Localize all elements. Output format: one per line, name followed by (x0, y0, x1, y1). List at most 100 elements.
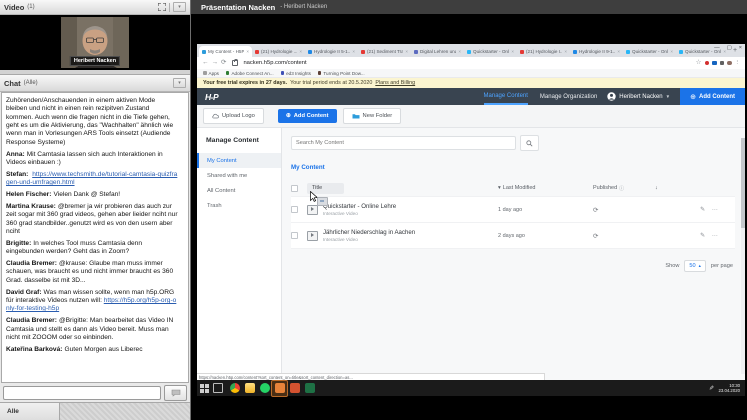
add-content-nav-button[interactable]: ⊕ Add Content (680, 88, 745, 105)
chat-message-list[interactable]: Zuhörenden/Anschauenden in einem aktiven… (1, 92, 189, 383)
taskbar-app[interactable] (287, 381, 302, 396)
refresh-icon[interactable]: ⟳ (221, 59, 226, 67)
add-content-button[interactable]: ⊕ Add Content (277, 109, 337, 123)
webcam-video-tile[interactable]: Heribert Nacken (61, 17, 129, 68)
tab-favicon (414, 49, 418, 54)
taskbar-app[interactable] (227, 381, 242, 396)
adblock-extension-icon[interactable] (704, 60, 709, 66)
back-icon[interactable]: ← (202, 59, 209, 67)
send-message-button[interactable] (164, 384, 187, 401)
url-text[interactable]: nacken.h5p.com/content (243, 60, 306, 66)
browser-tab[interactable]: (21) Hydrologie ... × (252, 46, 305, 57)
tab-close-icon[interactable]: × (405, 49, 408, 54)
pod-options-icon[interactable]: ▾ (173, 2, 186, 12)
taskbar-app[interactable] (271, 379, 288, 397)
chat-link[interactable]: https://www.techsmith.de/tutorial-camtas… (6, 171, 177, 186)
browser-tab[interactable]: (21) Hydrologie I... × (517, 46, 570, 57)
extension-icon[interactable] (719, 60, 724, 66)
pod-options-icon[interactable]: ▾ (173, 78, 186, 88)
plans-billing-link[interactable]: Plans and Billing (375, 80, 415, 86)
upload-logo-button[interactable]: Upload Logo (203, 108, 264, 124)
drag-preview-icon (317, 197, 328, 206)
more-options-icon[interactable]: ··· (712, 233, 718, 239)
breadcrumb[interactable]: My Content (291, 164, 735, 171)
window-maximize-icon[interactable]: ▢ (727, 45, 732, 51)
tab-close-icon[interactable]: × (617, 49, 620, 54)
browser-tab[interactable]: Quickstarter - Onli... × (623, 46, 676, 57)
published-status-icon[interactable]: ⟳ (593, 232, 655, 240)
side-pods-panel: Video (1) ▾ Heribert Nacken Chat (Alle) … (0, 0, 191, 420)
taskbar-app[interactable] (302, 381, 317, 396)
browser-tab[interactable]: My Content - H5P × (199, 46, 252, 57)
chat-tab-alle[interactable]: Alle (0, 403, 60, 420)
start-button[interactable] (200, 383, 209, 393)
page-scrollbar[interactable] (741, 138, 745, 374)
content-sidebar: Manage Content My Content Shared with me (197, 128, 282, 380)
sidebar-item[interactable]: Shared with me (197, 168, 281, 183)
chat-sender: Helen Fischer: (6, 191, 52, 199)
extension-icon[interactable] (712, 60, 717, 66)
sidebar-item[interactable]: All Content (197, 183, 281, 198)
bookmark-item[interactable]: Turning Point Dow... (317, 71, 365, 76)
upload-logo-label: Upload Logo (222, 113, 255, 119)
fullscreen-icon[interactable] (158, 3, 166, 11)
more-options-icon[interactable]: ··· (712, 207, 718, 213)
taskbar-app[interactable] (257, 381, 272, 396)
window-close-icon[interactable]: × (739, 45, 742, 51)
browser-tab[interactable]: (21) Sediment Tra... × (358, 46, 411, 57)
select-all-checkbox[interactable] (291, 184, 298, 192)
forward-icon[interactable]: → (212, 59, 219, 67)
column-last-modified[interactable]: ▾ Last Modified (498, 185, 593, 191)
content-title[interactable]: Jährlicher Niederschlag in Aachen (323, 229, 498, 236)
task-view-button[interactable] (213, 383, 223, 393)
content-title[interactable]: Quickstarter - Online Lehre (323, 203, 498, 210)
h5p-logo[interactable]: H-P (205, 88, 219, 105)
taskbar-clock[interactable]: 10:30 23.04.2020 (718, 383, 740, 393)
nav-manage-organization[interactable]: Manage Organization (540, 88, 597, 105)
tab-close-icon[interactable]: × (458, 49, 461, 54)
row-checkbox[interactable] (291, 232, 298, 239)
table-row[interactable]: Quickstarter - Online Lehre Interactive … (291, 196, 735, 223)
browser-tab[interactable]: Hydrologie II 5-1... × (305, 46, 358, 57)
windows-ink-icon[interactable]: ✎ (709, 385, 714, 392)
chat-tab-bar: Alle (0, 402, 190, 420)
scrollbar-thumb[interactable] (741, 138, 745, 228)
tab-close-icon[interactable]: × (352, 49, 355, 54)
table-row[interactable]: Jährlicher Niederschlag in Aachen Intera… (291, 223, 735, 249)
browser-tab[interactable]: Digital Lehren und... × (411, 46, 464, 57)
sidebar-item[interactable]: My Content (197, 153, 281, 168)
bookmark-item[interactable]: ed3 Insights (280, 71, 311, 76)
profile-avatar[interactable] (727, 60, 732, 66)
column-download[interactable]: ↓ (655, 185, 683, 191)
meeting-app-window: Video (1) ▾ Heribert Nacken Chat (Alle) … (0, 0, 747, 420)
browser-tab[interactable]: Quickstarter - Onl... × (464, 46, 517, 57)
browser-addressbar: ← → ⟳ nacken.h5p.com/content ☆ ⋮ (197, 57, 745, 69)
taskbar-app[interactable] (242, 381, 257, 396)
tab-close-icon[interactable]: × (564, 49, 567, 54)
row-checkbox[interactable] (291, 206, 298, 213)
chat-sender: Claudia Bremer: (6, 260, 57, 268)
window-minimize-icon[interactable]: — (714, 45, 720, 51)
tab-close-icon[interactable]: × (299, 49, 302, 54)
page-size-select[interactable]: 50 ▴ (684, 260, 706, 272)
nav-manage-content[interactable]: Manage Content (483, 88, 528, 105)
sidebar-item[interactable]: Trash (197, 198, 281, 213)
search-input[interactable] (291, 136, 516, 150)
column-published[interactable]: Published ⓘ (593, 185, 655, 192)
browser-tab[interactable]: Hydrologie II 9-1... × (570, 46, 623, 57)
edit-pencil-icon[interactable]: ✎ (700, 207, 705, 213)
tab-close-icon[interactable]: × (246, 49, 249, 54)
bookmark-star-icon[interactable]: ☆ (696, 59, 702, 67)
tab-close-icon[interactable]: × (670, 49, 673, 54)
tab-close-icon[interactable]: × (511, 49, 514, 54)
video-pod-title: Video (4, 2, 25, 12)
new-folder-button[interactable]: New Folder (342, 108, 402, 124)
published-status-icon[interactable]: ⟳ (593, 206, 655, 214)
bookmark-item[interactable]: Apps (203, 71, 219, 76)
user-menu[interactable]: Heribert Nacken ▼ (607, 88, 670, 105)
browser-menu-icon[interactable]: ⋮ (735, 60, 741, 66)
search-button[interactable] (520, 135, 539, 151)
bookmark-item[interactable]: Adobe Connect An... (225, 71, 274, 76)
edit-pencil-icon[interactable]: ✎ (700, 233, 705, 239)
chat-input[interactable] (3, 385, 161, 400)
